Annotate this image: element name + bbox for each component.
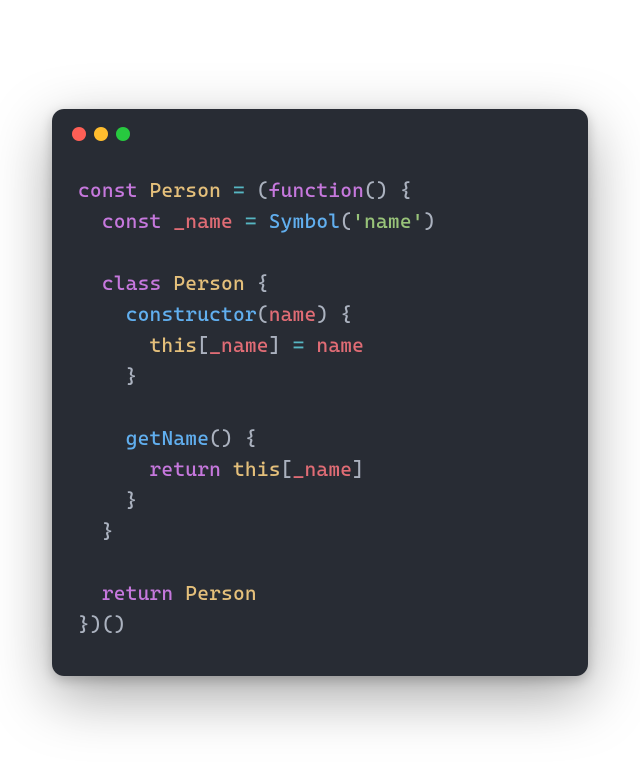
- code-token: const: [102, 209, 162, 233]
- code-token: 'name': [352, 209, 424, 233]
- code-line: }: [78, 364, 138, 388]
- code-token: }: [78, 519, 114, 543]
- code-token: Symbol: [269, 209, 341, 233]
- code-token: =: [293, 333, 305, 357]
- code-token: this: [233, 457, 281, 481]
- code-line: const _name = Symbol('name'): [78, 209, 436, 233]
- code-token: name: [269, 302, 317, 326]
- close-icon[interactable]: [72, 127, 86, 141]
- code-token: Person: [185, 581, 257, 605]
- code-token: [78, 333, 150, 357]
- code-token: ): [424, 209, 436, 233]
- code-token: }: [78, 364, 138, 388]
- code-line: return Person: [78, 581, 257, 605]
- code-token: getName: [126, 426, 209, 450]
- code-token: [78, 302, 126, 326]
- code-token: [257, 209, 269, 233]
- code-token: [221, 178, 233, 202]
- code-token: class: [102, 271, 162, 295]
- code-token: Person: [173, 271, 245, 295]
- code-token: function: [269, 178, 364, 202]
- code-token: [: [281, 457, 293, 481]
- code-token: =: [245, 209, 257, 233]
- code-token: [221, 457, 233, 481]
- code-token: () {: [209, 426, 257, 450]
- code-token: _name: [293, 457, 353, 481]
- code-token: ]: [352, 457, 364, 481]
- code-token: [78, 457, 150, 481]
- code-token: ) {: [316, 302, 352, 326]
- code-token: [78, 581, 102, 605]
- code-line: }: [78, 488, 138, 512]
- code-token: _name: [209, 333, 269, 357]
- code-token: [161, 271, 173, 295]
- code-token: this: [150, 333, 198, 357]
- code-token: =: [233, 178, 245, 202]
- code-token: constructor: [126, 302, 257, 326]
- code-token: _name: [173, 209, 233, 233]
- code-token: [161, 209, 173, 233]
- code-token: [138, 178, 150, 202]
- code-token: [173, 581, 185, 605]
- code-line: return this[_name]: [78, 457, 364, 481]
- code-token: (: [340, 209, 352, 233]
- code-token: (: [257, 302, 269, 326]
- code-line: getName() {: [78, 426, 257, 450]
- code-token: [: [197, 333, 209, 357]
- code-token: () {: [364, 178, 412, 202]
- code-token: [78, 426, 126, 450]
- code-token: [304, 333, 316, 357]
- code-token: const: [78, 178, 138, 202]
- code-token: return: [150, 457, 222, 481]
- code-token: [233, 209, 245, 233]
- code-window: const Person = (function() { const _name…: [52, 109, 588, 676]
- code-line: }: [78, 519, 114, 543]
- code-token: [78, 271, 102, 295]
- code-token: (: [245, 178, 269, 202]
- code-line: })(): [78, 612, 126, 636]
- window-titlebar: [52, 109, 588, 147]
- minimize-icon[interactable]: [94, 127, 108, 141]
- code-token: }: [78, 488, 138, 512]
- code-token: {: [245, 271, 269, 295]
- code-token: ]: [269, 333, 293, 357]
- zoom-icon[interactable]: [116, 127, 130, 141]
- code-token: [78, 209, 102, 233]
- code-token: Person: [150, 178, 222, 202]
- code-line: class Person {: [78, 271, 269, 295]
- code-token: })(): [78, 612, 126, 636]
- code-token: name: [316, 333, 364, 357]
- code-line: const Person = (function() {: [78, 178, 412, 202]
- code-content: const Person = (function() { const _name…: [52, 147, 588, 676]
- code-token: return: [102, 581, 174, 605]
- code-line: constructor(name) {: [78, 302, 352, 326]
- code-line: this[_name] = name: [78, 333, 364, 357]
